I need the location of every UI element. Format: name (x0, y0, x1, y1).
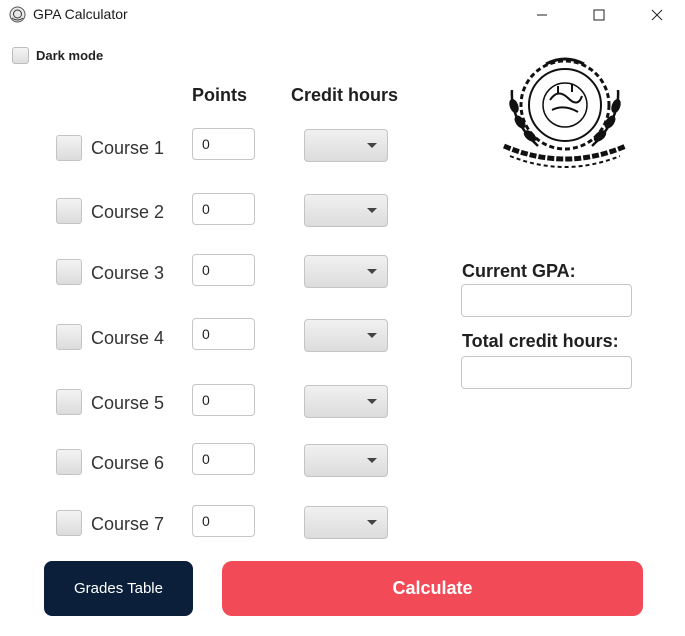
app-emblem-icon (9, 6, 26, 23)
dark-mode-checkbox[interactable] (12, 47, 29, 64)
current-gpa-field[interactable] (461, 284, 632, 317)
course-2-checkbox[interactable] (56, 198, 82, 224)
chevron-down-icon (367, 520, 377, 525)
course-1-checkbox[interactable] (56, 135, 82, 161)
credit-hours-column-header: Credit hours (291, 85, 399, 105)
minimize-button[interactable] (519, 0, 565, 30)
chevron-down-icon (367, 333, 377, 338)
course-3-points-input[interactable]: 0 (192, 254, 255, 286)
title-bar: GPA Calculator (0, 0, 685, 30)
chevron-down-icon (367, 208, 377, 213)
course-7-points-input[interactable]: 0 (192, 505, 255, 537)
course-7-checkbox[interactable] (56, 510, 82, 536)
chevron-down-icon (367, 458, 377, 463)
course-3-checkbox[interactable] (56, 259, 82, 285)
grades-table-button[interactable]: Grades Table (44, 561, 193, 616)
total-credit-hours-field[interactable] (461, 356, 632, 389)
course-4-credit-hours-select[interactable] (304, 319, 388, 352)
course-5-credit-hours-select[interactable] (304, 385, 388, 418)
course-6-checkbox[interactable] (56, 449, 82, 475)
gpa-calculator-window: GPA Calculator Dark mode Points Credit h… (0, 0, 685, 636)
close-button[interactable] (634, 0, 680, 30)
current-gpa-label: Current GPA: (462, 261, 576, 281)
course-2-points-input[interactable]: 0 (192, 193, 255, 225)
total-credit-hours-label: Total credit hours: (462, 331, 619, 351)
chevron-down-icon (367, 143, 377, 148)
close-icon (651, 9, 663, 21)
course-1-label: Course 1 (91, 138, 165, 158)
calculate-button[interactable]: Calculate (222, 561, 643, 616)
maximize-button[interactable] (576, 0, 622, 30)
course-5-points-input[interactable]: 0 (192, 384, 255, 416)
window-title: GPA Calculator (33, 6, 128, 22)
course-1-credit-hours-select[interactable] (304, 129, 388, 162)
chevron-down-icon (367, 269, 377, 274)
chevron-down-icon (367, 399, 377, 404)
course-3-credit-hours-select[interactable] (304, 255, 388, 288)
course-7-label: Course 7 (91, 514, 165, 534)
course-3-label: Course 3 (91, 263, 165, 283)
course-4-checkbox[interactable] (56, 324, 82, 350)
dark-mode-label: Dark mode (36, 48, 104, 63)
course-6-credit-hours-select[interactable] (304, 444, 388, 477)
course-6-points-input[interactable]: 0 (192, 443, 255, 475)
course-7-credit-hours-select[interactable] (304, 506, 388, 539)
course-6-label: Course 6 (91, 453, 165, 473)
minimize-icon (537, 14, 547, 16)
course-4-label: Course 4 (91, 328, 165, 348)
points-column-header: Points (192, 85, 248, 105)
course-1-points-input[interactable]: 0 (192, 128, 255, 160)
university-emblem-icon (503, 57, 627, 168)
course-2-label: Course 2 (91, 202, 165, 222)
course-2-credit-hours-select[interactable] (304, 194, 388, 227)
course-5-label: Course 5 (91, 393, 165, 413)
course-5-checkbox[interactable] (56, 389, 82, 415)
course-4-points-input[interactable]: 0 (192, 318, 255, 350)
maximize-icon (593, 9, 605, 21)
